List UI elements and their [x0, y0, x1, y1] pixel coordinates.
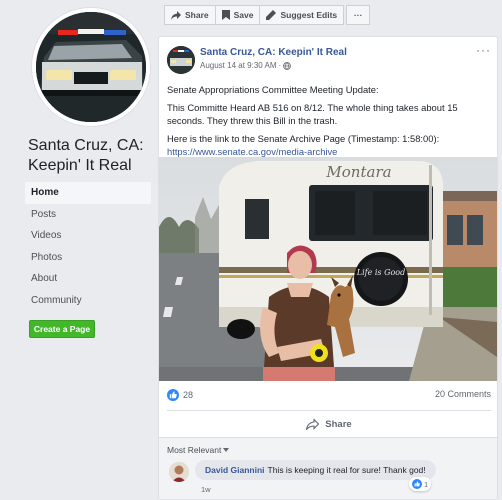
- more-options-button[interactable]: ···: [346, 5, 371, 25]
- share-icon: [171, 10, 181, 20]
- share-post-button[interactable]: Share: [167, 413, 491, 435]
- divider: [167, 410, 491, 411]
- post-text: Senate Appropriations Committee Meeting …: [167, 83, 492, 158]
- suggest-edits-label: Suggest Edits: [280, 10, 338, 20]
- share-label: Share: [185, 10, 209, 20]
- comment-likes-count: 1: [424, 479, 429, 489]
- post-stats: 28 20 Comments: [167, 389, 491, 403]
- post-author-name[interactable]: Santa Cruz, CA: Keepin' It Real: [200, 47, 347, 58]
- profile-picture[interactable]: [32, 8, 150, 126]
- bookmark-icon: [221, 10, 230, 20]
- post-text-line-3: Here is the link to the Senate Archive P…: [167, 133, 440, 144]
- tire-cover-text: Life is Good: [356, 268, 405, 277]
- post-meta: August 14 at 9:30 AM ·: [200, 61, 292, 70]
- nav-item-community[interactable]: Community: [25, 290, 151, 312]
- nav-item-videos[interactable]: Videos: [25, 225, 151, 247]
- save-label: Save: [233, 10, 254, 20]
- comments-count[interactable]: 20 Comments: [435, 389, 491, 399]
- caret-down-icon: [223, 448, 230, 452]
- comment-reactions[interactable]: 1: [409, 477, 432, 491]
- page-actions-bar: Share Save Suggest Edits ···: [164, 5, 371, 25]
- post-text-line-2: This Committe Heard AB 516 on 8/12. The …: [167, 102, 458, 126]
- more-icon: ···: [353, 10, 363, 20]
- commenter-name[interactable]: David Giannini: [205, 465, 265, 475]
- left-column: Santa Cruz, CA: Keepin' It Real Home Pos…: [0, 0, 158, 500]
- like-reaction-icon: [167, 389, 179, 401]
- comment-sort-label: Most Relevant: [167, 445, 222, 455]
- nav-item-home[interactable]: Home: [25, 182, 151, 204]
- comment-bubble: David Giannini This is keeping it real f…: [195, 460, 436, 480]
- nav-item-posts[interactable]: Posts: [25, 204, 151, 226]
- comment-timestamp[interactable]: 1w: [201, 485, 211, 494]
- page-nav: Home Posts Videos Photos About Community: [25, 182, 151, 311]
- nav-item-about[interactable]: About: [25, 268, 151, 290]
- senate-archive-link[interactable]: https://www.senate.ca.gov/media-archive: [167, 146, 337, 157]
- save-button[interactable]: Save: [215, 5, 261, 25]
- likes-count: 28: [183, 390, 194, 400]
- suggest-edits-button[interactable]: Suggest Edits: [260, 5, 345, 25]
- comments-section: Most Relevant David Giannini This is kee…: [159, 438, 497, 499]
- share-icon: [306, 418, 320, 430]
- create-page-button[interactable]: Create a Page: [29, 320, 95, 338]
- rv-brand-text: Montara: [325, 163, 391, 181]
- share-label: Share: [325, 418, 352, 430]
- nav-item-photos[interactable]: Photos: [25, 247, 151, 269]
- post-timestamp[interactable]: August 14 at 9:30 AM: [200, 61, 277, 70]
- comment-text: This is keeping it real for sure! Thank …: [267, 465, 426, 475]
- pencil-icon: [266, 10, 277, 20]
- comment-sort-dropdown[interactable]: Most Relevant: [167, 445, 230, 455]
- commenter-avatar[interactable]: [169, 462, 189, 482]
- globe-icon: [283, 61, 292, 70]
- page-title: Santa Cruz, CA: Keepin' It Real: [28, 137, 144, 174]
- post-author-avatar[interactable]: [167, 46, 195, 74]
- post-text-line-1: Senate Appropriations Committee Meeting …: [167, 84, 379, 95]
- like-reaction-icon: [412, 479, 422, 489]
- share-page-button[interactable]: Share: [164, 5, 216, 25]
- post-card: Santa Cruz, CA: Keepin' It Real August 1…: [158, 36, 498, 500]
- post-photo[interactable]: Montara Life is Good: [159, 157, 497, 381]
- post-options-button[interactable]: ···: [476, 43, 491, 57]
- likes-summary[interactable]: 28: [167, 389, 193, 401]
